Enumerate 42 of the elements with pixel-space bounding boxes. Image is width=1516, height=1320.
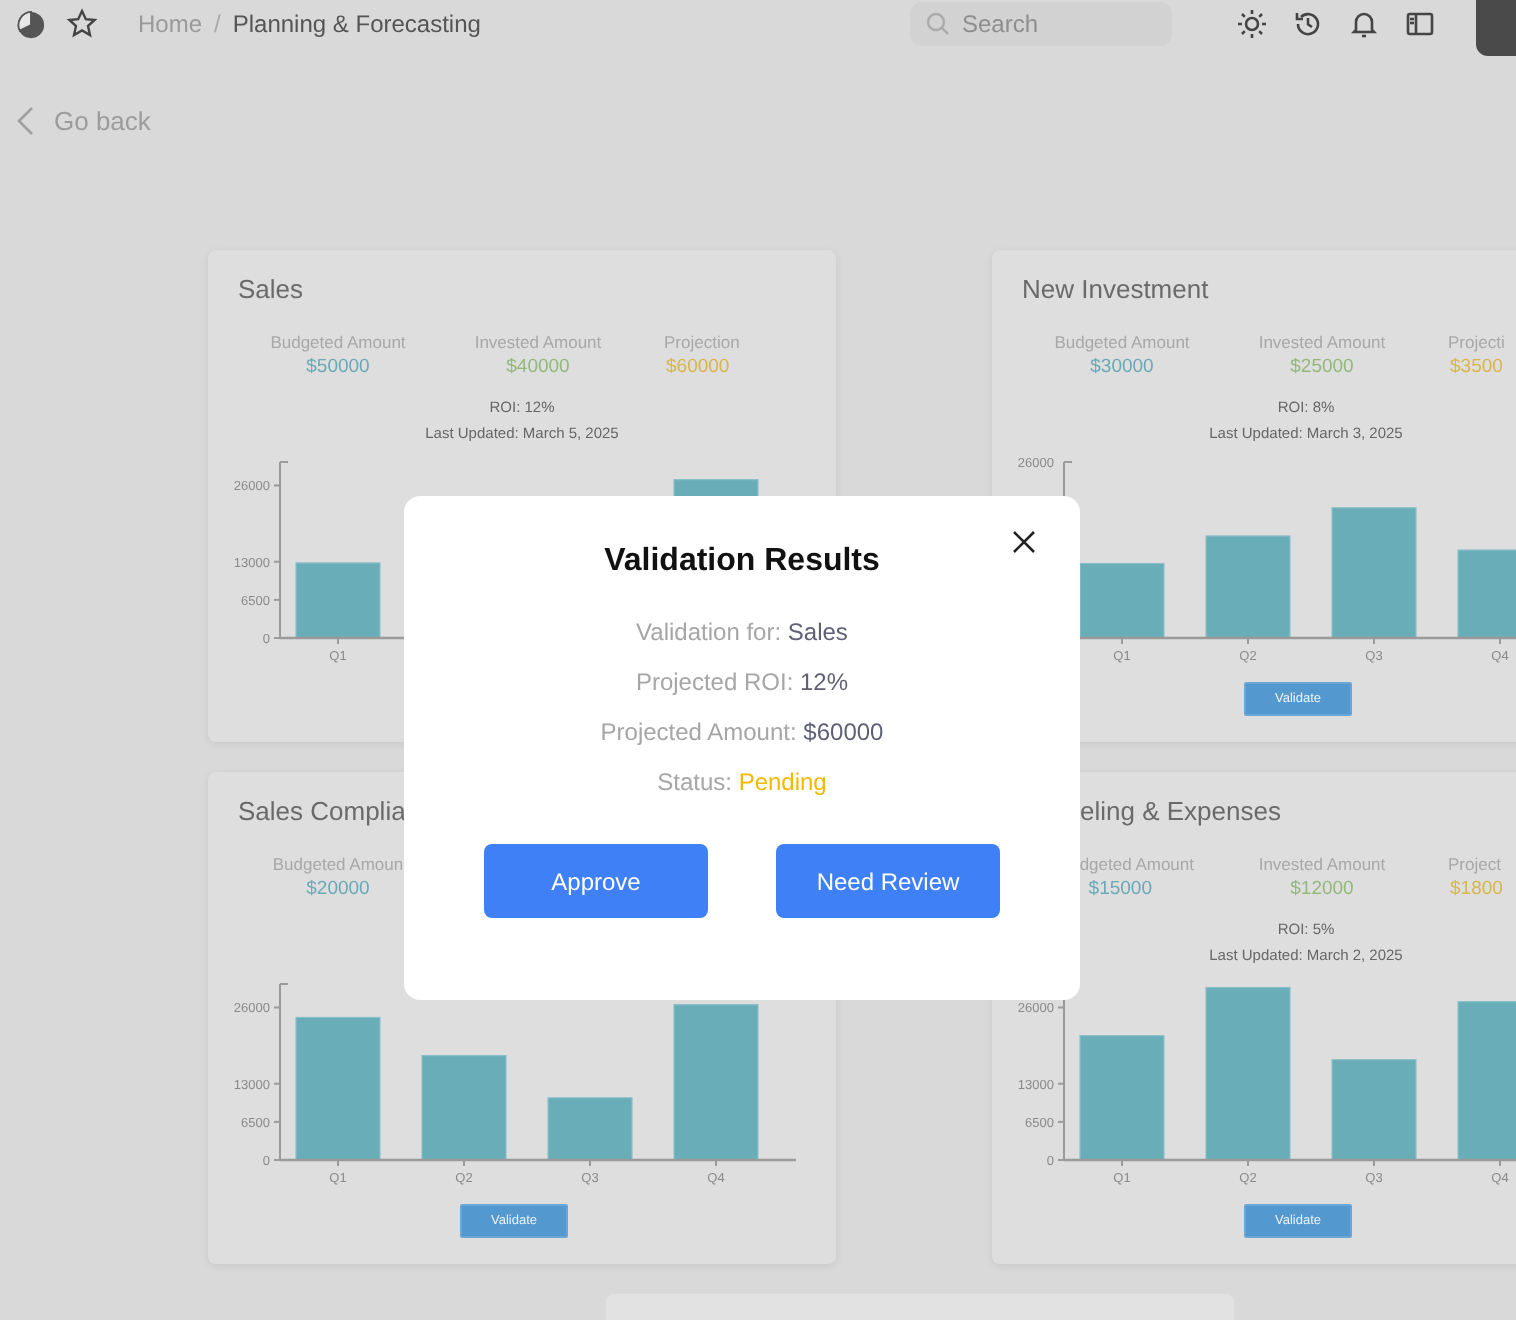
sun-icon[interactable] [1236,8,1268,40]
result-line: Projected Amount: $60000 [600,718,884,746]
history-icon[interactable] [1292,8,1324,40]
bar [421,1054,507,1161]
card-title: New Investment [1022,274,1209,304]
bar [1079,562,1165,639]
sidebar-icon[interactable] [1404,8,1436,40]
metric-value: $40000 [506,356,570,378]
metric-value: $1800 [1450,878,1503,900]
star-icon[interactable] [66,8,98,40]
metric-value: $50000 [306,356,370,378]
metric-value: $3500 [1450,356,1503,378]
bar [1457,549,1516,639]
bar [1079,1035,1165,1161]
dialog-button[interactable]: Approve [484,844,708,918]
breadcrumb-link[interactable]: Home [138,10,203,38]
card-title: eling & Expenses [1080,796,1281,826]
metric-value: $20000 [306,878,370,900]
go-back-link[interactable]: Go back [16,106,151,136]
dialog-button[interactable]: Need Review [776,844,1000,918]
result-line: Projected ROI: 12% [635,668,849,696]
metric-value: $30000 [1090,356,1154,378]
bell-icon[interactable] [1348,8,1380,40]
breadcrumb-current[interactable]: Planning & Forecasting [232,10,481,38]
card-title: Sales [238,274,304,304]
search-field[interactable]: Search [910,2,1172,46]
breadcrumb-separator: / [214,10,221,38]
result-line: Status: Pending [657,768,827,796]
pie-chart-icon[interactable] [16,9,46,39]
bar [547,1097,633,1161]
bar [1331,507,1417,639]
metric-value: $12000 [1290,878,1354,900]
card-title: Sales Complia [238,796,406,826]
metric-value: $15000 [1088,878,1152,900]
search-icon [926,12,950,36]
metric-value: $60000 [666,356,730,378]
chevron-left-icon [16,106,34,136]
metric-value: $25000 [1290,356,1354,378]
bar [295,562,381,639]
bar [1205,535,1291,639]
bar [1331,1059,1417,1161]
close-icon[interactable] [1012,530,1036,554]
